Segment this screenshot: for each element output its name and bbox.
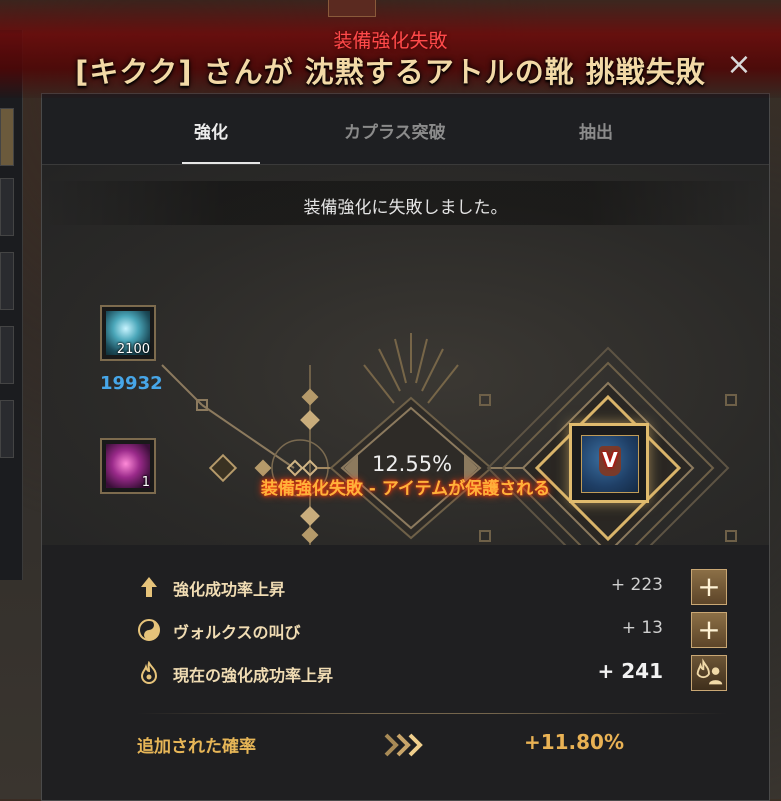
bonus-row: 現在の強化成功率上昇 + 241 bbox=[137, 655, 727, 691]
tab-extract[interactable]: 抽出 bbox=[579, 118, 613, 143]
material-slot-stone[interactable]: 2100 bbox=[100, 305, 156, 361]
side-slot bbox=[0, 252, 14, 310]
side-slot bbox=[0, 400, 14, 458]
bonus-value: + 241 bbox=[597, 659, 663, 683]
background-side-panel bbox=[0, 30, 23, 580]
flame-icon bbox=[140, 661, 158, 684]
arrow-up-icon bbox=[141, 577, 157, 597]
frame-ornament bbox=[479, 530, 491, 542]
stone-owned-count: 19932 bbox=[100, 373, 163, 394]
column-diamond bbox=[301, 388, 319, 406]
chevrons-right-icon bbox=[384, 733, 423, 757]
enhance-window: 強化 カプラス突破 抽出 装備強化に失敗しました。 2100 19932 1 V… bbox=[41, 93, 770, 801]
bonus-label: ヴォルクスの叫び bbox=[173, 623, 301, 642]
item-grade-badge: V bbox=[602, 448, 618, 472]
protect-message: 装備強化失敗 - アイテムが保護される bbox=[260, 479, 551, 499]
rays bbox=[363, 333, 459, 404]
side-slot bbox=[0, 178, 14, 236]
divider bbox=[137, 713, 727, 714]
column-diamond bbox=[300, 506, 320, 526]
close-button[interactable]: × bbox=[718, 44, 760, 86]
connector-line bbox=[201, 404, 295, 469]
item-icon-top bbox=[328, 0, 376, 17]
frame-ornament bbox=[479, 394, 491, 406]
success-rate: 12.55% bbox=[371, 452, 453, 476]
column-diamond bbox=[301, 526, 319, 544]
notification-message: [キクク] さんが 沈黙するアトルの靴 挑戦失敗 bbox=[75, 55, 706, 89]
bonus-value: + 13 bbox=[621, 618, 663, 638]
frame-ornament bbox=[725, 530, 737, 542]
stack-manage-button[interactable] bbox=[691, 655, 727, 691]
bonus-label: 強化成功率上昇 bbox=[173, 580, 286, 599]
stone-count: 2100 bbox=[116, 342, 150, 357]
tab-bar: 強化 カプラス突破 抽出 bbox=[42, 94, 769, 165]
bonus-row: 強化成功率上昇 + 223 + bbox=[137, 569, 727, 605]
add-valks-button[interactable]: + bbox=[691, 612, 727, 648]
bonus-panel: 強化成功率上昇 + 223 + ヴォルクスの叫び + 13 + 現在の強化成功率… bbox=[42, 545, 769, 800]
add-bonus-button[interactable]: + bbox=[691, 569, 727, 605]
bonus-row: ヴォルクスの叫び + 13 + bbox=[137, 612, 727, 648]
side-slot bbox=[0, 108, 14, 166]
yin-yang-icon bbox=[138, 619, 160, 641]
column-diamond bbox=[300, 410, 320, 430]
added-rate-label: 追加された確率 bbox=[137, 737, 256, 757]
bonus-label: 現在の強化成功率上昇 bbox=[173, 666, 334, 685]
tab-enhance[interactable]: 強化 bbox=[194, 118, 228, 143]
active-tab-indicator bbox=[182, 162, 260, 164]
tab-caphras[interactable]: カプラス突破 bbox=[344, 118, 446, 143]
added-rate-value: +11.80% bbox=[523, 730, 624, 754]
side-slot bbox=[0, 326, 14, 384]
flame-person-icon bbox=[696, 658, 723, 685]
frame-ornament bbox=[725, 394, 737, 406]
bonus-value: + 223 bbox=[610, 575, 663, 595]
